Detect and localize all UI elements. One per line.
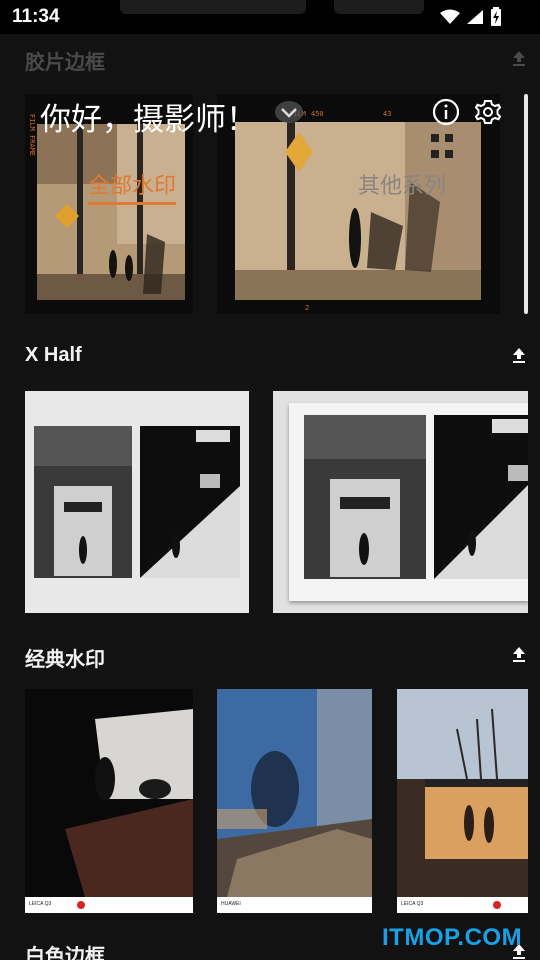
x-half-card[interactable] xyxy=(25,391,249,613)
section-title-white-border: 白色边框 xyxy=(25,946,105,960)
upload-icon[interactable] xyxy=(510,346,528,364)
cellular-icon xyxy=(467,10,483,24)
half-photo xyxy=(434,415,528,579)
brand-logo-icon xyxy=(493,901,501,909)
tab-other-series[interactable]: 其他系列 xyxy=(358,168,446,200)
status-bar-notch xyxy=(334,0,424,14)
film-edge-text: 43 xyxy=(383,110,392,118)
section-title-x-half: X Half xyxy=(25,344,82,366)
classic-watermark-card[interactable]: LEICA Q3 xyxy=(25,689,193,913)
info-icon[interactable] xyxy=(432,98,460,126)
half-photo xyxy=(140,426,240,578)
classic-footer: HUAWEI xyxy=(217,897,372,913)
section-title-classic-watermark: 经典水印 xyxy=(25,649,105,671)
tab-all-watermarks[interactable]: 全部水印 xyxy=(88,168,177,205)
camera-brand: HUAWEI xyxy=(221,901,241,907)
film-edge-text: 2 xyxy=(305,304,310,312)
classic-footer: LEICA Q3 xyxy=(25,897,193,913)
status-bar-notch xyxy=(120,0,306,14)
camera-brand: LEICA Q3 xyxy=(29,901,52,907)
half-photo xyxy=(34,426,132,578)
site-watermark: ITMOP.COM xyxy=(382,924,523,951)
classic-watermark-card[interactable]: LEICA Q3 xyxy=(397,689,528,913)
film-edge-text: FILM FRAME xyxy=(28,114,36,157)
greeting-title: 你好，摄影师！ xyxy=(40,102,257,138)
scroll-indicator xyxy=(524,94,528,314)
x-half-card[interactable] xyxy=(273,391,528,613)
film-frame-card[interactable]: FILM 450 43 2 xyxy=(217,94,500,314)
film-edge-text: 450 xyxy=(311,110,324,118)
classic-footer: LEICA Q3 xyxy=(397,897,528,913)
camera-brand: LEICA Q3 xyxy=(401,901,424,907)
status-time: 11:34 xyxy=(12,6,60,27)
upload-icon[interactable] xyxy=(510,49,528,67)
classic-photo xyxy=(217,689,372,897)
wifi-icon xyxy=(440,9,460,24)
battery-charging-icon xyxy=(491,7,501,26)
classic-photo xyxy=(25,689,193,897)
chevron-down-icon[interactable] xyxy=(274,100,304,124)
upload-icon[interactable] xyxy=(510,645,528,663)
half-photo xyxy=(304,415,426,579)
classic-photo xyxy=(397,689,528,897)
gear-icon[interactable] xyxy=(474,98,502,126)
brand-logo-icon xyxy=(77,901,85,909)
film-photo xyxy=(37,124,185,300)
section-title-film-border: 胶片边框 xyxy=(25,52,105,74)
app-screen: 11:34 胶片边框 FILM FRAME 450 43 2 你好，摄影师！ 全… xyxy=(0,0,540,960)
film-photo xyxy=(235,122,481,300)
status-bar: 11:34 xyxy=(0,0,540,34)
status-icons xyxy=(440,7,502,27)
classic-watermark-card[interactable]: HUAWEI xyxy=(217,689,372,913)
